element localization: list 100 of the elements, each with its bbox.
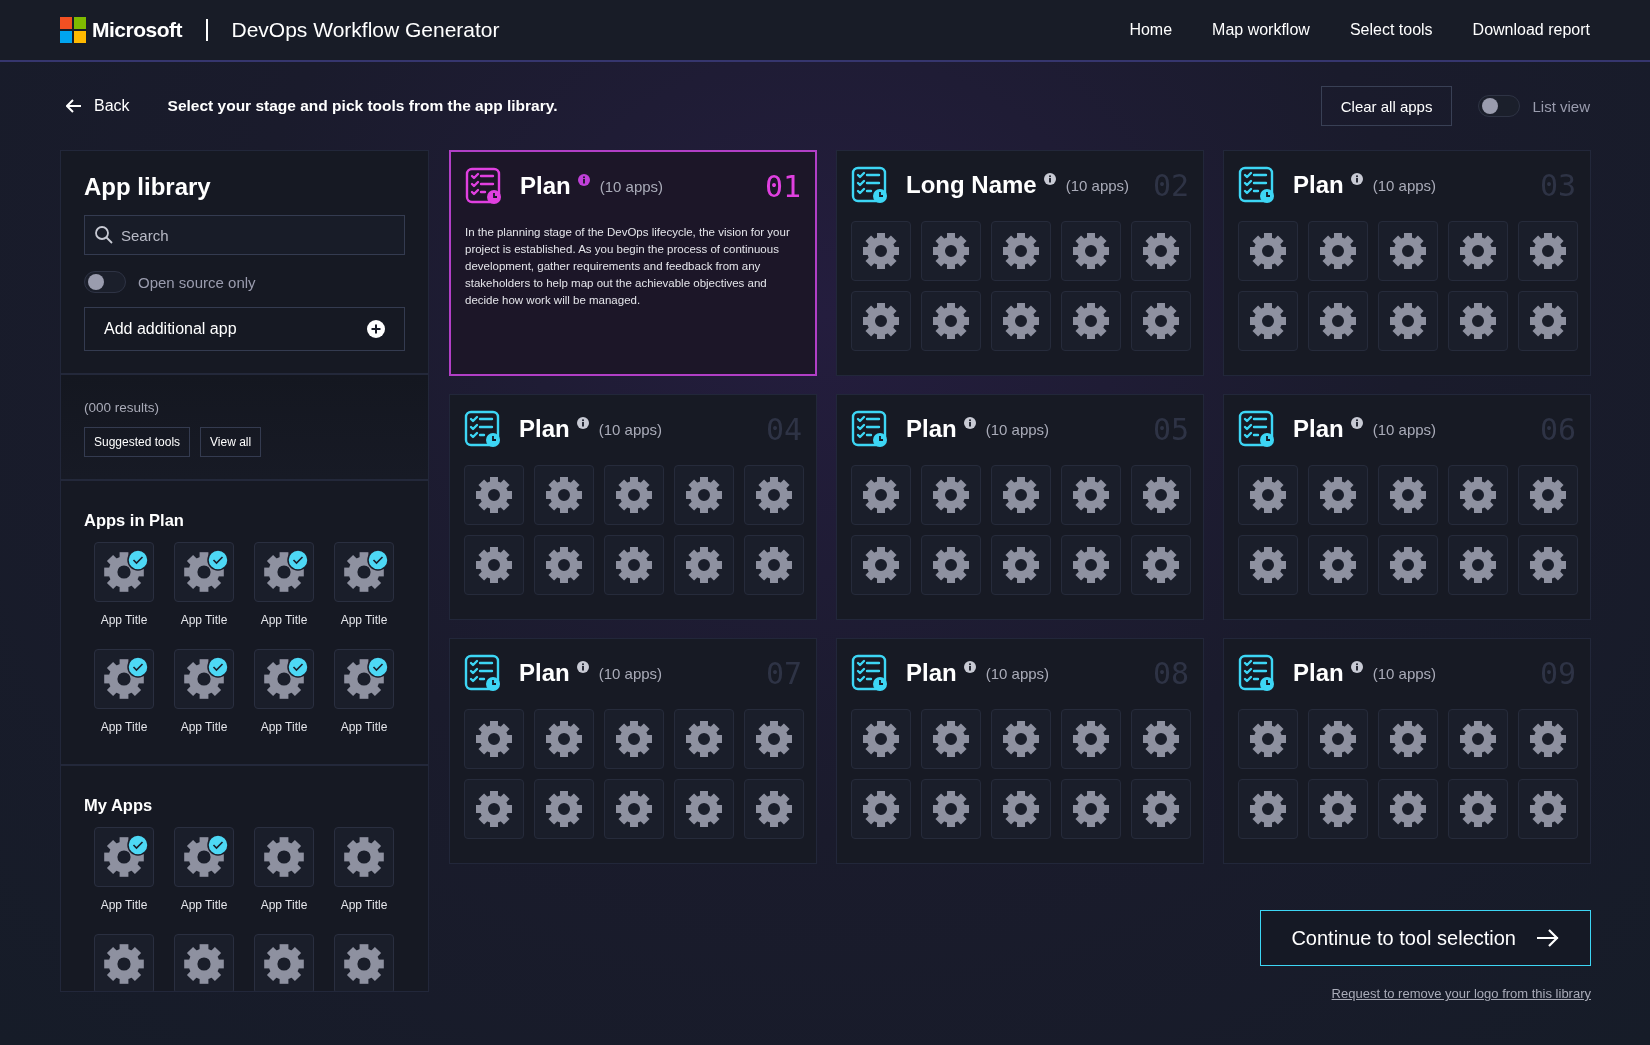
app-tile[interactable] [1131,465,1191,525]
filter-button[interactable]: Suggested tools [84,427,191,457]
app-tile[interactable] [1061,465,1121,525]
nav-link[interactable]: Map workflow [1212,21,1310,39]
app-tile[interactable] [1378,221,1438,281]
add-app-button[interactable]: Add additional app [84,307,405,351]
info-icon[interactable] [963,417,976,429]
app-tile[interactable] [1378,709,1438,769]
back-link[interactable]: Back [66,97,130,115]
app-tile[interactable] [921,291,981,351]
app-tile[interactable] [1061,291,1121,351]
clear-all-button[interactable]: Clear all apps [1320,86,1453,126]
app-tile[interactable] [1378,291,1438,351]
app-tile[interactable] [1378,535,1438,595]
search-field[interactable]: Search [84,215,405,255]
app-tile[interactable] [1448,465,1508,525]
app-tile[interactable] [464,779,524,839]
app-tile[interactable] [851,709,911,769]
app-tile[interactable] [921,535,981,595]
app-tile[interactable] [464,709,524,769]
app-tile[interactable] [1238,291,1298,351]
app-tile[interactable] [991,709,1051,769]
app-tile[interactable] [254,934,314,991]
app-tile[interactable] [1131,291,1191,351]
app-tile[interactable] [334,649,394,709]
app-tile[interactable] [991,291,1051,351]
info-icon[interactable] [1043,173,1056,185]
app-tile[interactable] [1518,465,1578,525]
app-tile[interactable] [1238,535,1298,595]
info-icon[interactable] [1350,417,1363,429]
app-tile[interactable] [991,535,1051,595]
app-tile[interactable] [94,542,154,602]
app-tile[interactable] [1238,779,1298,839]
app-tile[interactable] [534,535,594,595]
app-tile[interactable] [94,827,154,887]
app-tile[interactable] [1448,709,1508,769]
app-tile[interactable] [1308,221,1368,281]
app-tile[interactable] [744,535,804,595]
info-icon[interactable] [1350,661,1363,673]
app-tile[interactable] [991,779,1051,839]
app-tile[interactable] [1448,535,1508,595]
app-tile[interactable] [1378,465,1438,525]
app-tile[interactable] [1238,709,1298,769]
app-tile[interactable] [1448,221,1508,281]
app-tile[interactable] [334,542,394,602]
app-tile[interactable] [604,709,664,769]
app-tile[interactable] [534,465,594,525]
app-tile[interactable] [1308,535,1368,595]
app-tile[interactable] [1448,291,1508,351]
app-tile[interactable] [334,827,394,887]
app-tile[interactable] [744,709,804,769]
nav-link[interactable]: Home [1129,21,1173,39]
app-tile[interactable] [1061,709,1121,769]
app-tile[interactable] [991,221,1051,281]
app-tile[interactable] [1308,709,1368,769]
app-tile[interactable] [991,465,1051,525]
app-tile[interactable] [94,649,154,709]
app-tile[interactable] [674,709,734,769]
info-icon[interactable] [963,661,976,673]
app-tile[interactable] [674,465,734,525]
app-tile[interactable] [1131,535,1191,595]
app-tile[interactable] [1131,221,1191,281]
app-tile[interactable] [174,649,234,709]
app-tile[interactable] [534,779,594,839]
info-icon[interactable] [576,661,589,673]
app-tile[interactable] [464,535,524,595]
nav-link[interactable]: Select tools [1349,21,1433,39]
app-tile[interactable] [1131,709,1191,769]
app-tile[interactable] [1518,779,1578,839]
app-tile[interactable] [464,465,524,525]
remove-logo-link[interactable]: Request to remove your logo from this library [1331,986,1591,1001]
toggle-switch[interactable] [1478,95,1521,117]
app-tile[interactable] [921,465,981,525]
app-tile[interactable] [1378,779,1438,839]
app-tile[interactable] [1518,221,1578,281]
app-tile[interactable] [604,465,664,525]
app-tile[interactable] [851,779,911,839]
app-tile[interactable] [1308,779,1368,839]
filter-button[interactable]: View all [200,427,262,457]
app-tile[interactable] [744,465,804,525]
app-tile[interactable] [1518,291,1578,351]
app-tile[interactable] [534,709,594,769]
app-tile[interactable] [1131,779,1191,839]
app-tile[interactable] [1061,535,1121,595]
app-tile[interactable] [334,934,394,991]
app-tile[interactable] [1238,465,1298,525]
app-tile[interactable] [604,535,664,595]
app-tile[interactable] [1308,465,1368,525]
app-tile[interactable] [94,934,154,991]
app-tile[interactable] [851,291,911,351]
app-tile[interactable] [851,465,911,525]
info-icon[interactable] [1350,173,1363,185]
info-icon[interactable] [576,417,589,429]
app-tile[interactable] [254,649,314,709]
app-tile[interactable] [1061,221,1121,281]
app-tile[interactable] [174,827,234,887]
app-tile[interactable] [744,779,804,839]
app-tile[interactable] [604,779,664,839]
app-tile[interactable] [851,535,911,595]
app-tile[interactable] [1238,221,1298,281]
